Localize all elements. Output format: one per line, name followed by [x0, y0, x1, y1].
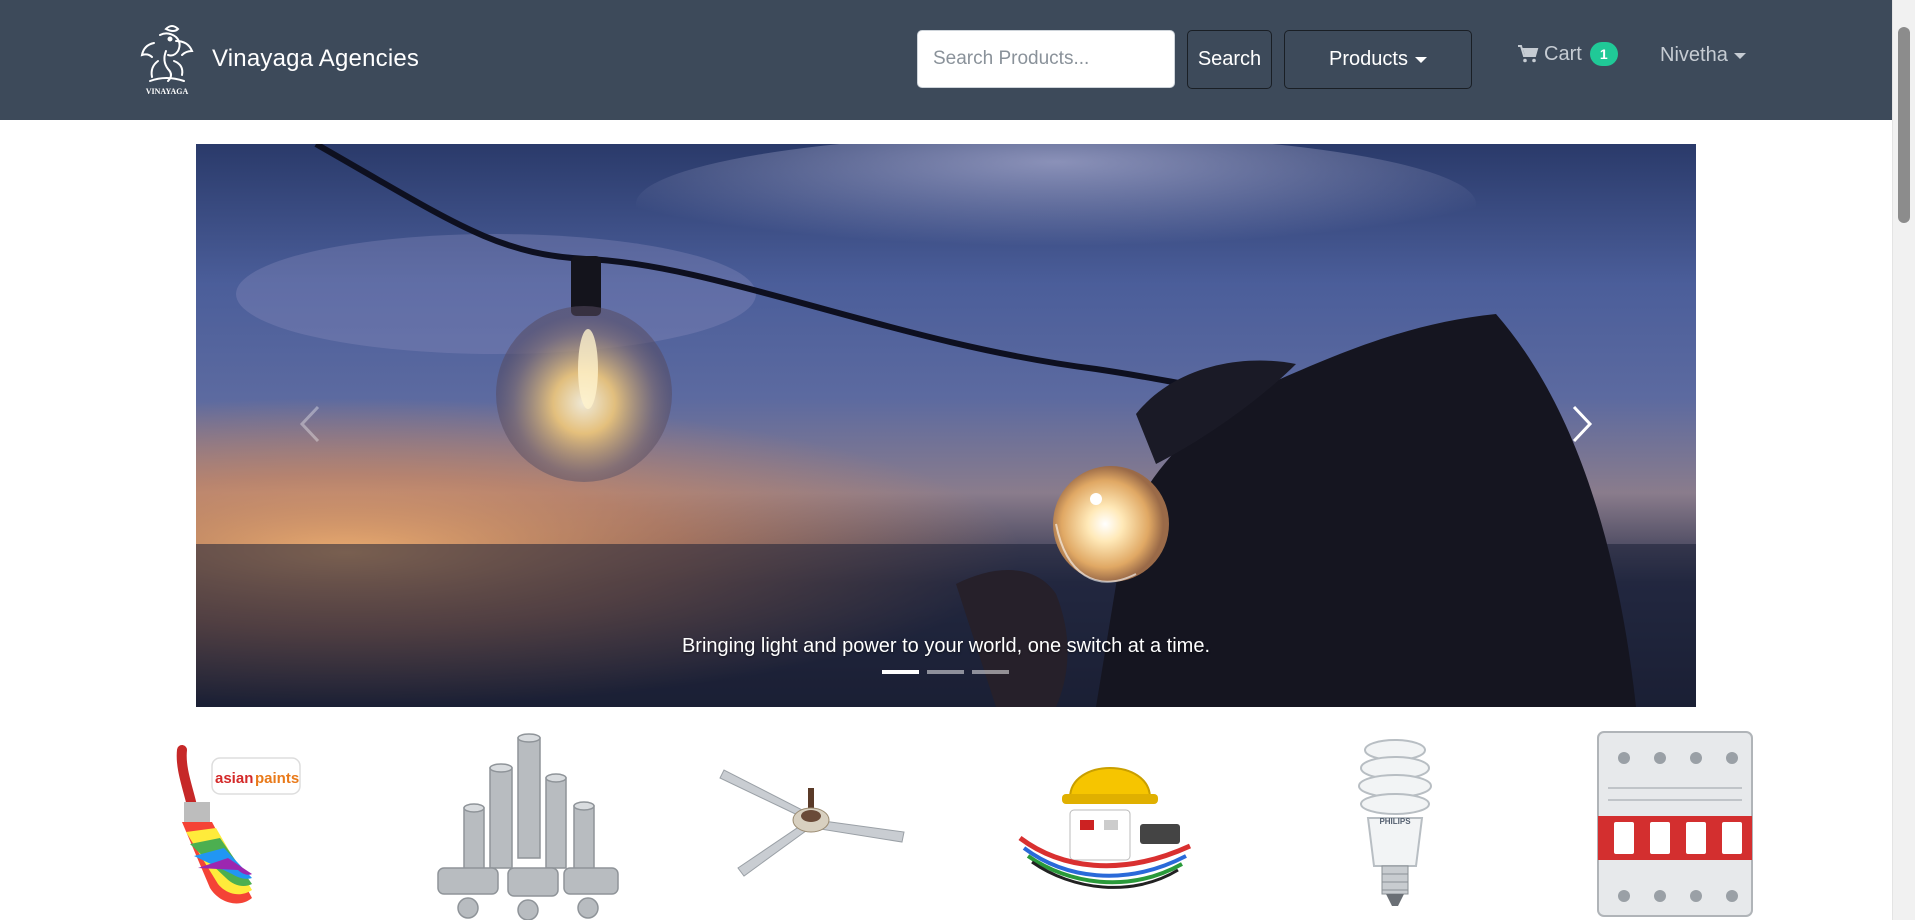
- chevron-right-icon: [1572, 405, 1593, 443]
- electrical-safety-icon: [1018, 767, 1192, 889]
- carousel-indicator[interactable]: [972, 670, 1009, 674]
- svg-text:paints: paints: [255, 770, 299, 787]
- cart-icon: [1518, 45, 1539, 63]
- cfl-bulb-icon: PHILIPS: [1358, 739, 1432, 906]
- cart-label: Cart: [1544, 42, 1582, 65]
- hero-image: [196, 144, 1696, 707]
- carousel-caption: Bringing light and power to your world, …: [681, 635, 1211, 657]
- category-tile-pipes[interactable]: [428, 728, 624, 920]
- circuit-breaker-icon: [1597, 731, 1753, 917]
- brand-name: Vinayaga Agencies: [212, 45, 420, 72]
- search-button[interactable]: Search: [1187, 30, 1272, 89]
- caret-down-icon: [1733, 52, 1746, 59]
- svg-text:asian: asian: [215, 770, 253, 787]
- category-tile-fans[interactable]: [714, 728, 910, 920]
- top-navbar: VINAYAGA Vinayaga Agencies Search Produc…: [0, 0, 1892, 120]
- category-tile-electrical[interactable]: [1010, 728, 1200, 920]
- carousel-indicator[interactable]: [927, 670, 964, 674]
- carousel-prev-button[interactable]: [280, 394, 340, 454]
- products-dropdown-button[interactable]: Products: [1284, 30, 1472, 89]
- cart-link[interactable]: Cart 1: [1517, 42, 1618, 66]
- brand[interactable]: VINAYAGA Vinayaga Agencies: [136, 20, 419, 98]
- carousel-indicator[interactable]: [882, 670, 919, 674]
- hero-carousel: Bringing light and power to your world, …: [196, 144, 1696, 707]
- caret-down-icon: [1414, 56, 1427, 63]
- category-tile-paints[interactable]: asian paints: [160, 728, 310, 920]
- svg-text:VINAYAGA: VINAYAGA: [146, 87, 189, 96]
- carousel-next-button[interactable]: [1552, 394, 1612, 454]
- scrollbar-thumb[interactable]: [1898, 27, 1910, 223]
- carousel-indicators: [882, 670, 1009, 674]
- category-tile-lighting[interactable]: PHILIPS: [1340, 728, 1450, 920]
- products-label: Products: [1329, 48, 1408, 70]
- cart-count-badge: 1: [1589, 42, 1618, 66]
- svg-text:PHILIPS: PHILIPS: [1379, 817, 1411, 826]
- ganesha-logo-icon: VINAYAGA: [140, 25, 194, 96]
- search-input[interactable]: [917, 30, 1175, 88]
- user-menu[interactable]: Nivetha: [1660, 44, 1746, 67]
- pvc-pipes-icon: [437, 733, 619, 920]
- user-name: Nivetha: [1660, 44, 1728, 66]
- ceiling-fan-icon: [719, 769, 905, 877]
- category-tile-switchgear[interactable]: [1594, 728, 1756, 920]
- page-scrollbar[interactable]: [1892, 0, 1915, 920]
- paint-brush-icon: asian paints: [176, 745, 301, 904]
- chevron-left-icon: [299, 405, 320, 443]
